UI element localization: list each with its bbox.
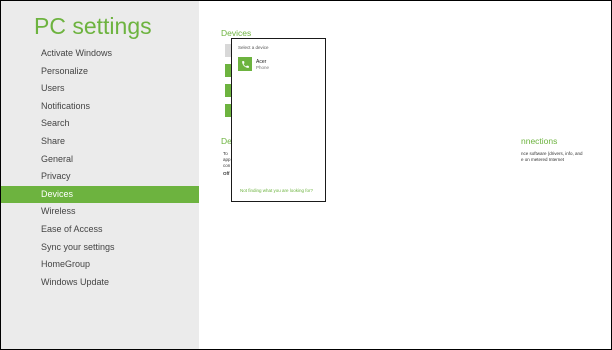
nav-item-sync-your-settings[interactable]: Sync your settings <box>1 239 199 257</box>
section2-text-line: app <box>223 157 231 162</box>
phone-icon[interactable] <box>238 57 252 71</box>
nav-item-ease-of-access[interactable]: Ease of Access <box>1 221 199 239</box>
flyout-header: Select a device <box>238 45 269 50</box>
nav-item-activate-windows[interactable]: Activate Windows <box>1 45 199 63</box>
device-type: Phone <box>256 65 270 70</box>
section2-toggle-state[interactable]: Off <box>223 171 230 176</box>
nav-item-general[interactable]: General <box>1 151 199 169</box>
page-title: PC settings <box>34 13 152 39</box>
nav-item-users[interactable]: Users <box>1 80 199 98</box>
section2-description-line: e on metered Internet <box>521 157 565 162</box>
section2-text-line: con <box>223 163 231 168</box>
nav-item-search[interactable]: Search <box>1 115 199 133</box>
nav-item-share[interactable]: Share <box>1 133 199 151</box>
section2-title-right: nnections <box>521 136 558 146</box>
select-device-flyout: Select a device Acer Phone Not finding w… <box>231 38 326 202</box>
nav-item-notifications[interactable]: Notifications <box>1 98 199 116</box>
devices-section-title: Devices <box>221 28 252 38</box>
not-finding-device-link[interactable]: Not finding what you are looking for? <box>240 188 313 193</box>
section2-text-line: To <box>223 151 228 156</box>
nav-item-personalize[interactable]: Personalize <box>1 63 199 81</box>
pc-settings-window: PC settings Activate Windows Personalize… <box>0 0 612 350</box>
nav-item-devices[interactable]: Devices <box>1 185 199 204</box>
nav-item-homegroup[interactable]: HomeGroup <box>1 256 199 274</box>
section2-description-line: nce software (drivers, info, and <box>521 151 583 156</box>
nav-item-wireless[interactable]: Wireless <box>1 203 199 221</box>
nav-item-privacy[interactable]: Privacy <box>1 168 199 186</box>
sidebar: PC settings Activate Windows Personalize… <box>1 1 199 349</box>
phone-handset-icon <box>241 60 249 68</box>
nav-item-windows-update[interactable]: Windows Update <box>1 274 199 292</box>
settings-nav: Activate Windows Personalize Users Notif… <box>1 45 199 291</box>
